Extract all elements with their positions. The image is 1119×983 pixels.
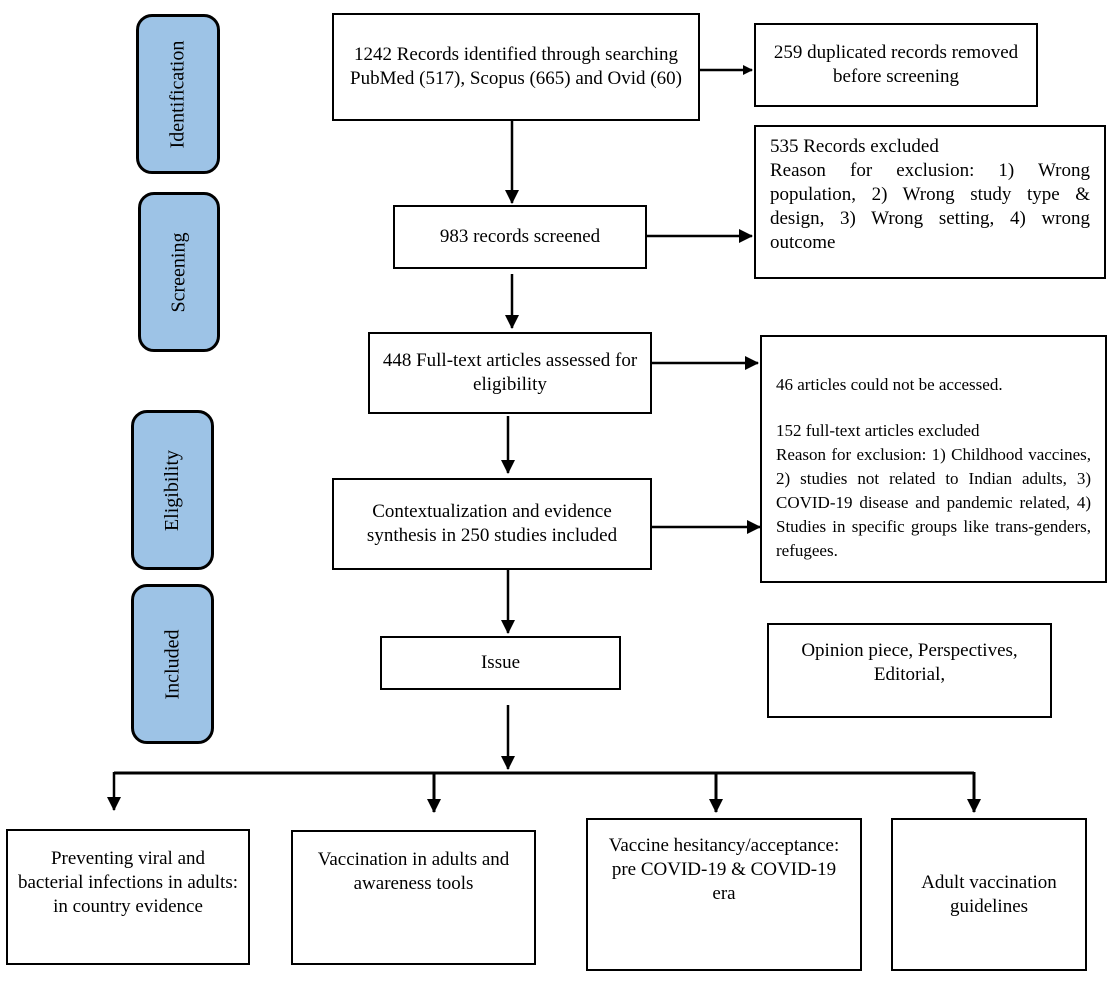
issue-text: Issue xyxy=(480,652,521,673)
excluded-fulltext-title: 152 full-text articles excluded xyxy=(776,421,980,440)
stage-eligibility: Eligibility xyxy=(131,410,214,570)
identified-text: 1242 Records identified through searchin… xyxy=(350,44,682,89)
not-accessed-text: 46 articles could not be accessed. xyxy=(776,375,1003,394)
stage-label: Identification xyxy=(166,40,189,148)
synthesis-text: Contextualization and evidence synthesis… xyxy=(366,501,618,546)
duplicates-text: 259 duplicated records removed before sc… xyxy=(773,42,1019,87)
outcome-box-guidelines: Adult vaccination guidelines xyxy=(891,818,1087,971)
outcome-box-hesitancy: Vaccine hesitancy/acceptance: pre COVID-… xyxy=(586,818,862,971)
stage-label: Eligibility xyxy=(161,449,183,531)
outcome-text: Vaccine hesitancy/acceptance: pre COVID-… xyxy=(608,835,840,904)
stage-label: Screening xyxy=(167,232,190,312)
excluded-fulltext-box: 46 articles could not be accessed. 152 f… xyxy=(760,335,1107,583)
outcome-text: Vaccination in adults and awareness tool… xyxy=(317,849,510,894)
outcome-box-awareness: Vaccination in adults and awareness tool… xyxy=(291,830,536,965)
fulltext-text: 448 Full-text articles assessed for elig… xyxy=(382,350,638,395)
duplicates-box: 259 duplicated records removed before sc… xyxy=(754,23,1038,107)
excluded-fulltext-reason: Reason for exclusion: 1) Childhood vacci… xyxy=(776,445,1091,560)
stage-label: Included xyxy=(160,629,183,699)
excluded-screening-box: 535 Records excluded Reason for exclusio… xyxy=(754,125,1106,279)
excluded-screening-reason: Reason for exclusion: 1) Wrong populatio… xyxy=(770,160,1090,253)
opinion-text: Opinion piece, Perspectives, Editorial, xyxy=(801,640,1018,685)
screened-box: 983 records screened xyxy=(393,205,647,269)
excluded-screening-title: 535 Records excluded xyxy=(770,136,939,157)
issue-box: Issue xyxy=(380,636,621,690)
screened-text: 983 records screened xyxy=(439,226,601,247)
synthesis-box: Contextualization and evidence synthesis… xyxy=(332,478,652,570)
stage-included: Included xyxy=(131,584,214,744)
stage-screening: Screening xyxy=(138,192,220,352)
opinion-box: Opinion piece, Perspectives, Editorial, xyxy=(767,623,1052,718)
identified-box: 1242 Records identified through searchin… xyxy=(332,13,700,121)
stage-identification: Identification xyxy=(136,14,220,174)
fulltext-box: 448 Full-text articles assessed for elig… xyxy=(368,332,652,414)
outcome-text: Preventing viral and bacterial infection… xyxy=(18,848,239,917)
outcome-box-infections: Preventing viral and bacterial infection… xyxy=(6,829,250,965)
outcome-text: Adult vaccination guidelines xyxy=(921,871,1057,917)
